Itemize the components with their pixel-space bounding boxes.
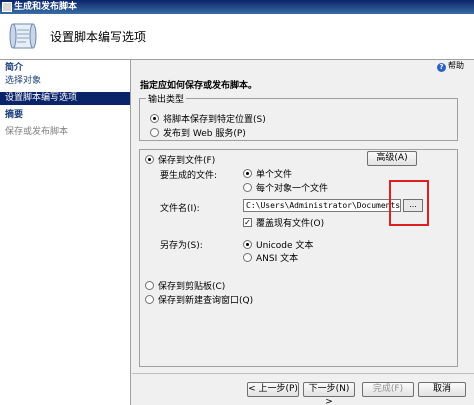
radio-dot — [145, 295, 154, 304]
cancel-button[interactable]: 取消 — [418, 382, 466, 397]
app-icon — [2, 2, 12, 12]
radio-label: 单个文件 — [256, 170, 293, 180]
help-link[interactable]: ? 帮助 — [437, 60, 464, 72]
radio-save-to-file[interactable]: 保存到文件(F) — [145, 153, 215, 166]
radio-single-file[interactable]: 单个文件 — [243, 167, 292, 180]
sidebar-item-select-objects[interactable]: 选择对象 — [0, 75, 130, 88]
radio-dot — [243, 253, 252, 262]
script-scroll-icon — [9, 23, 37, 49]
radio-label: Unicode 文本 — [256, 241, 314, 251]
main-content: ? 帮助 指定应如何保存或发布脚本。 输出类型 将脚本保存到特定位置(S) 发布到… — [132, 60, 474, 405]
window-title: 生成和发布脚本 — [14, 2, 78, 12]
page-heading: 设置脚本编写选项 — [50, 30, 147, 44]
file-name-label: 文件名(I): — [160, 204, 200, 214]
radio-publish-web-service[interactable]: 发布到 Web 服务(P) — [150, 126, 246, 139]
sidebar-item-scripting-options[interactable]: 设置脚本编写选项 — [0, 92, 130, 105]
radio-label: 保存到新建查询窗口(Q) — [158, 296, 254, 306]
next-button[interactable]: 下一步(N) > — [303, 382, 355, 405]
radio-label: 发布到 Web 服务(P) — [163, 129, 246, 139]
radio-label: 保存到文件(F) — [158, 156, 216, 166]
help-icon: ? — [437, 63, 446, 72]
files-to-generate-label: 要生成的文件: — [160, 171, 218, 181]
finish-button: 完成(F) — [362, 382, 414, 397]
prev-button[interactable]: < 上一步(P) — [247, 382, 299, 397]
sidebar-item-save-publish: 保存或发布脚本 — [5, 127, 69, 137]
highlight-box — [389, 180, 429, 226]
file-name-input[interactable]: C:\Users\Administrator\Documents\script — [243, 199, 401, 212]
radio-dot — [243, 169, 252, 178]
window-title-bar: 生成和发布脚本 — [0, 0, 474, 14]
sidebar-item-summary[interactable]: 摘要 — [0, 109, 130, 122]
advanced-button[interactable]: 高级(A) — [367, 151, 417, 166]
radio-save-to-query-window[interactable]: 保存到新建查询窗口(Q) — [145, 293, 253, 306]
radio-label: 保存到剪贴板(C) — [158, 282, 226, 292]
save-as-label: 另存为(S): — [160, 241, 203, 251]
output-type-legend: 输出类型 — [146, 92, 187, 105]
sidebar-item-intro[interactable]: 简介 — [0, 62, 130, 75]
help-label: 帮助 — [448, 61, 464, 70]
footer-separator — [132, 373, 474, 374]
checkbox-label: 覆盖现有文件(O) — [256, 219, 325, 229]
radio-dot — [150, 114, 159, 123]
checkbox-box: ✓ — [243, 218, 252, 227]
instruction-text: 指定应如何保存或发布脚本。 — [140, 81, 258, 91]
radio-save-to-clipboard[interactable]: 保存到剪贴板(C) — [145, 279, 225, 292]
overwrite-checkbox[interactable]: ✓ 覆盖现有文件(O) — [243, 216, 324, 229]
radio-label: 每个对象一个文件 — [256, 184, 329, 194]
radio-ansi-text[interactable]: ANSI 文本 — [243, 251, 298, 264]
radio-label: ANSI 文本 — [256, 254, 299, 264]
wizard-sidebar: 简介 选择对象 设置脚本编写选项 摘要 保存或发布脚本 — [0, 60, 131, 405]
radio-label: 将脚本保存到特定位置(S) — [163, 115, 266, 125]
radio-dot — [150, 128, 159, 137]
radio-file-per-object[interactable]: 每个对象一个文件 — [243, 181, 328, 194]
radio-dot — [243, 183, 252, 192]
radio-dot — [145, 155, 154, 164]
wizard-header: 设置脚本编写选项 — [0, 14, 474, 60]
radio-unicode-text[interactable]: Unicode 文本 — [243, 238, 313, 251]
radio-dot — [243, 240, 252, 249]
radio-dot — [145, 281, 154, 290]
radio-save-to-location[interactable]: 将脚本保存到特定位置(S) — [150, 112, 266, 125]
